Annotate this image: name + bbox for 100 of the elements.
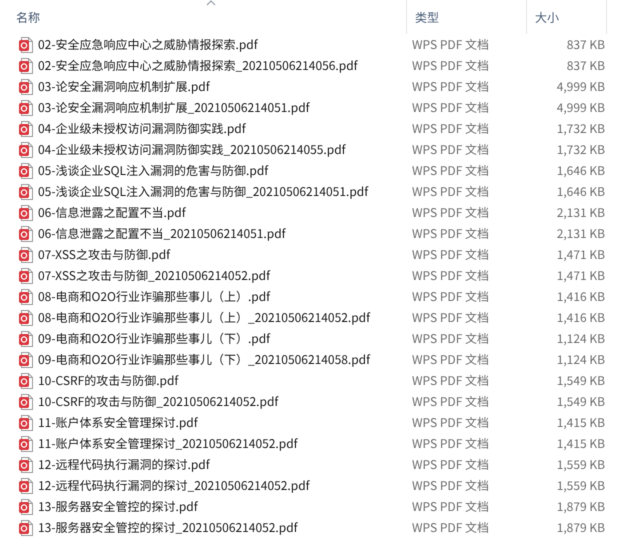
file-size: 1,415 KB: [556, 435, 605, 452]
pdf-file-icon: [19, 246, 33, 262]
file-size: 837 KB: [566, 36, 605, 53]
file-size: 1,124 KB: [556, 351, 605, 368]
file-name[interactable]: 13-服务器安全管控的探讨_20210506214052.pdf: [38, 519, 298, 536]
file-type: WPS PDF 文档: [411, 162, 490, 179]
file-name[interactable]: 02-安全应急响应中心之威胁情报探索.pdf: [38, 36, 258, 53]
file-size: 1,732 KB: [556, 141, 605, 158]
file-type: WPS PDF 文档: [411, 246, 490, 263]
file-type: WPS PDF 文档: [411, 78, 490, 95]
file-name[interactable]: 03-论安全漏洞响应机制扩展_20210506214051.pdf: [38, 99, 310, 116]
file-name[interactable]: 06-信息泄露之配置不当.pdf: [38, 204, 186, 221]
file-size: 1,549 KB: [556, 393, 605, 410]
file-name[interactable]: 08-电商和O2O行业诈骗那些事儿（上）.pdf: [38, 288, 270, 305]
file-size: 1,559 KB: [556, 456, 605, 473]
column-header[interactable]: 大小: [527, 0, 607, 34]
file-size: 1,549 KB: [556, 372, 605, 389]
file-size: 1,416 KB: [556, 288, 605, 305]
pdf-file-icon: [19, 520, 33, 536]
file-size: 837 KB: [566, 57, 605, 74]
file-type: WPS PDF 文档: [411, 204, 490, 221]
file-type: WPS PDF 文档: [411, 36, 490, 53]
file-name[interactable]: 11-账户体系安全管理探讨_20210506214052.pdf: [38, 435, 298, 452]
file-size: 1,879 KB: [556, 498, 605, 515]
file-name[interactable]: 04-企业级未授权访问漏洞防御实践_20210506214055.pdf: [38, 141, 346, 158]
column-header[interactable]: 类型: [407, 0, 527, 34]
file-type: WPS PDF 文档: [411, 393, 490, 410]
file-size: 1,559 KB: [556, 477, 605, 494]
file-type: WPS PDF 文档: [411, 183, 490, 200]
file-type: WPS PDF 文档: [411, 57, 490, 74]
file-type: WPS PDF 文档: [411, 225, 490, 242]
file-name[interactable]: 03-论安全漏洞响应机制扩展.pdf: [38, 78, 210, 95]
file-size: 2,131 KB: [556, 225, 605, 242]
file-name[interactable]: 12-远程代码执行漏洞的探讨.pdf: [38, 456, 210, 473]
pdf-file-icon: [19, 268, 33, 284]
pdf-file-icon: [19, 498, 33, 514]
file-type: WPS PDF 文档: [411, 267, 490, 284]
pdf-file-icon: [19, 456, 33, 472]
file-size: 1,732 KB: [556, 120, 605, 137]
pdf-file-icon: [19, 372, 33, 388]
file-size: 1,646 KB: [556, 162, 605, 179]
pdf-file-icon: [19, 184, 33, 200]
file-type: WPS PDF 文档: [411, 288, 490, 305]
file-size: 1,416 KB: [556, 309, 605, 326]
sort-ascending-icon: [206, 0, 216, 6]
file-name[interactable]: 12-远程代码执行漏洞的探讨_20210506214052.pdf: [38, 477, 310, 494]
file-name[interactable]: 05-浅谈企业SQL注入漏洞的危害与防御.pdf: [38, 162, 268, 179]
file-name[interactable]: 07-XSS之攻击与防御.pdf: [38, 246, 170, 263]
pdf-file-icon: [19, 142, 33, 158]
pdf-file-icon: [19, 330, 33, 346]
file-type: WPS PDF 文档: [411, 519, 490, 536]
file-size: 4,999 KB: [556, 99, 605, 116]
file-name[interactable]: 10-CSRF的攻击与防御_20210506214052.pdf: [38, 393, 278, 410]
file-size: 4,999 KB: [556, 78, 605, 95]
pdf-file-icon: [19, 162, 33, 178]
pdf-file-icon: [19, 100, 33, 116]
file-size: 2,131 KB: [556, 204, 605, 221]
pdf-file-icon: [19, 36, 33, 52]
file-size: 1,415 KB: [556, 414, 605, 431]
pdf-file-icon: [19, 310, 33, 326]
pdf-file-icon: [19, 478, 33, 494]
file-type: WPS PDF 文档: [411, 435, 490, 452]
file-type: WPS PDF 文档: [411, 309, 490, 326]
file-type: WPS PDF 文档: [411, 351, 490, 368]
file-name[interactable]: 11-账户体系安全管理探讨.pdf: [38, 414, 198, 431]
file-name[interactable]: 05-浅谈企业SQL注入漏洞的危害与防御_20210506214051.pdf: [38, 183, 368, 200]
file-name[interactable]: 02-安全应急响应中心之威胁情报探索_20210506214056.pdf: [38, 57, 358, 74]
file-type: WPS PDF 文档: [411, 372, 490, 389]
pdf-file-icon: [19, 204, 33, 220]
file-name[interactable]: 13-服务器安全管控的探讨.pdf: [38, 498, 198, 515]
file-type: WPS PDF 文档: [411, 99, 490, 116]
file-type: WPS PDF 文档: [411, 498, 490, 515]
file-size: 1,471 KB: [556, 267, 605, 284]
file-name[interactable]: 06-信息泄露之配置不当_20210506214051.pdf: [38, 225, 286, 242]
pdf-file-icon: [19, 78, 33, 94]
file-name[interactable]: 07-XSS之攻击与防御_20210506214052.pdf: [38, 267, 270, 284]
pdf-file-icon: [19, 352, 33, 368]
column-header[interactable]: 名称: [0, 0, 407, 34]
pdf-file-icon: [19, 414, 33, 430]
file-type: WPS PDF 文档: [411, 414, 490, 431]
file-size: 1,471 KB: [556, 246, 605, 263]
file-type: WPS PDF 文档: [411, 330, 490, 347]
file-name[interactable]: 09-电商和O2O行业诈骗那些事儿（下）.pdf: [38, 330, 270, 347]
file-name[interactable]: 08-电商和O2O行业诈骗那些事儿（上）_20210506214052.pdf: [38, 309, 370, 326]
file-type: WPS PDF 文档: [411, 141, 490, 158]
file-name[interactable]: 09-电商和O2O行业诈骗那些事儿（下）_20210506214058.pdf: [38, 351, 370, 368]
pdf-file-icon: [19, 394, 33, 410]
pdf-file-icon: [19, 58, 33, 74]
file-name[interactable]: 10-CSRF的攻击与防御.pdf: [38, 372, 178, 389]
pdf-file-icon: [19, 120, 33, 136]
pdf-file-icon: [19, 226, 33, 242]
file-size: 1,646 KB: [556, 183, 605, 200]
file-type: WPS PDF 文档: [411, 477, 490, 494]
file-size: 1,124 KB: [556, 330, 605, 347]
pdf-file-icon: [19, 288, 33, 304]
file-name[interactable]: 04-企业级未授权访问漏洞防御实践.pdf: [38, 120, 246, 137]
file-type: WPS PDF 文档: [411, 120, 490, 137]
pdf-file-icon: [19, 436, 33, 452]
file-type: WPS PDF 文档: [411, 456, 490, 473]
file-size: 1,879 KB: [556, 519, 605, 536]
